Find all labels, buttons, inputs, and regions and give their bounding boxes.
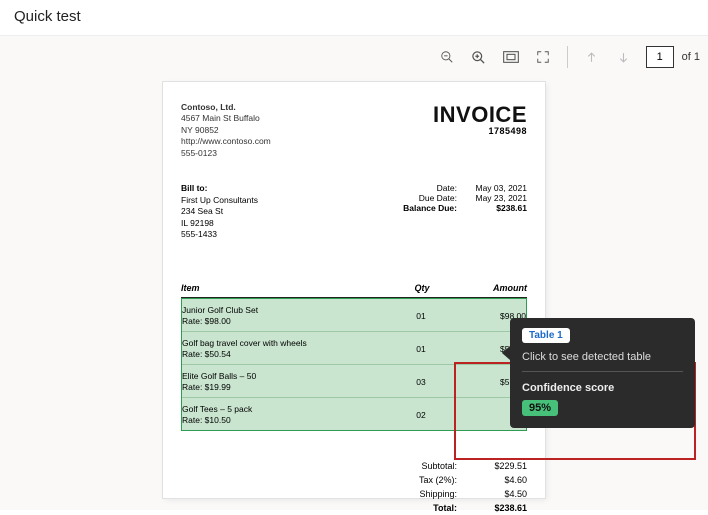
confidence-score: 95% [522,400,558,416]
invoice-document[interactable]: Contoso, Ltd. 4567 Main St Buffalo NY 90… [163,82,545,498]
fit-width-icon[interactable] [497,43,525,71]
viewer-toolbar: of 1 [0,35,708,79]
bill-to-block: Bill to: First Up Consultants 234 Sea St… [181,183,258,240]
table-tooltip: Table 1 Click to see detected table Conf… [510,318,695,428]
zoom-in-icon[interactable] [465,43,493,71]
table-row: Elite Golf Balls – 50Rate: $19.99 03 $59… [182,365,526,398]
tooltip-divider [522,371,683,372]
page-number-input[interactable] [646,46,674,68]
detected-table-region[interactable]: Junior Golf Club SetRate: $98.00 01 $98.… [181,298,527,431]
tooltip-badge[interactable]: Table 1 [522,328,570,343]
prev-page-icon[interactable] [578,43,606,71]
table-row: Golf bag travel cover with wheelsRate: $… [182,332,526,365]
invoice-heading: INVOICE 1785498 [433,102,527,159]
line-items-table: Item Qty Amount Junior Golf Club SetRate… [181,283,527,431]
table-row: Junior Golf Club SetRate: $98.00 01 $98.… [182,299,526,332]
invoice-dates: Date:May 03, 2021 Due Date:May 23, 2021 … [399,183,527,240]
confidence-label: Confidence score [522,382,683,394]
sender-address: Contoso, Ltd. 4567 Main St Buffalo NY 90… [181,102,271,159]
table-row: Golf Tees – 5 packRate: $10.50 02 $21 [182,398,526,430]
next-page-icon[interactable] [610,43,638,71]
tooltip-caret-icon [502,346,510,360]
invoice-totals: Subtotal:$229.51 Tax (2%):$4.60 Shipping… [181,459,527,515]
tooltip-hint: Click to see detected table [522,351,683,363]
document-stage: Contoso, Ltd. 4567 Main St Buffalo NY 90… [0,76,708,510]
table-header: Item Qty Amount [181,283,527,298]
toolbar-separator [567,46,568,68]
fullscreen-icon[interactable] [529,43,557,71]
page-title: Quick test [0,0,708,35]
zoom-out-icon[interactable] [433,43,461,71]
page-of-label: of 1 [682,51,700,63]
